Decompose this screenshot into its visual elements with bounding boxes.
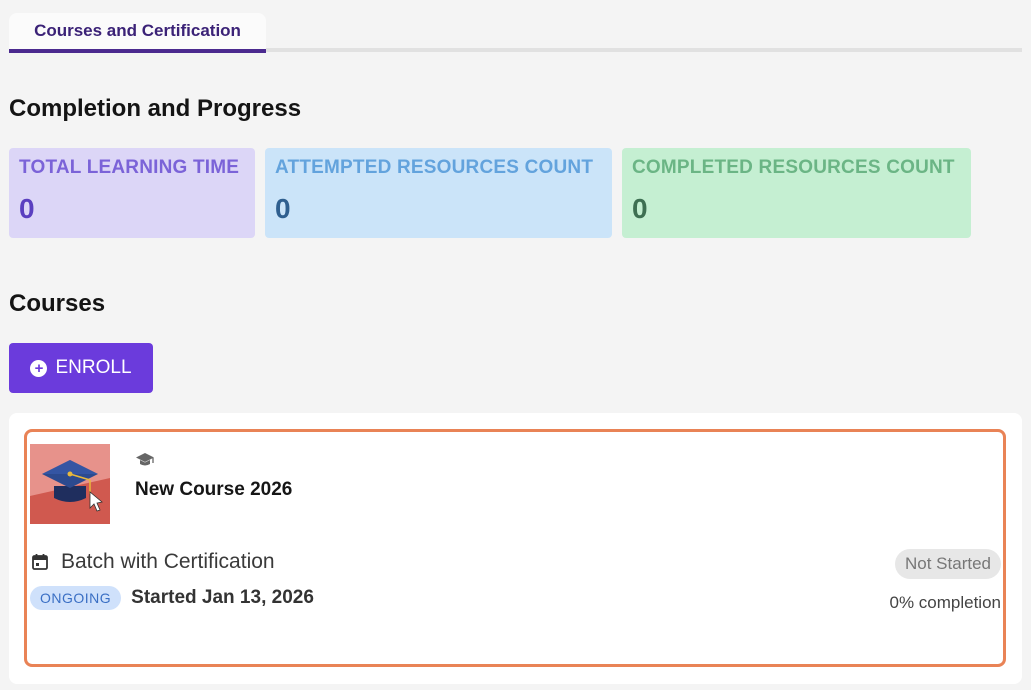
batch-status-row: ONGOING Started Jan 13, 2026 [30, 586, 314, 610]
plus-circle-icon: + [30, 359, 48, 377]
course-title: New Course 2026 [135, 479, 293, 500]
calendar-icon [32, 554, 48, 570]
batch-row: Batch with Certification [31, 550, 275, 574]
batch-state-badge: ONGOING [30, 586, 122, 610]
tab-bar: Courses and Certification [9, 13, 1022, 53]
progress-section-title: Completion and Progress [9, 95, 302, 122]
enroll-button[interactable]: + ENROLL [9, 343, 153, 393]
learner-progress-page: Courses and Certification Completion and… [0, 0, 1031, 690]
courses-section-title: Courses [9, 290, 106, 317]
stat-completed-resources: COMPLETED RESOURCES COUNT 0 [622, 148, 971, 238]
course-card[interactable]: New Course 2026 Batch with Certification… [24, 429, 1006, 667]
stat-value: 0 [275, 193, 291, 224]
stat-value: 0 [19, 193, 35, 224]
graduation-cap-icon [136, 453, 154, 466]
stat-attempted-resources: ATTEMPTED RESOURCES COUNT 0 [265, 148, 612, 238]
graduation-cap-cursor-icon [30, 444, 110, 524]
course-status-badge: Not Started [895, 549, 1001, 579]
stat-label: COMPLETED RESOURCES COUNT [632, 157, 955, 178]
batch-name: Batch with Certification [61, 550, 275, 573]
stat-value: 0 [632, 193, 648, 224]
enroll-label: ENROLL [55, 357, 132, 378]
stat-label: ATTEMPTED RESOURCES COUNT [275, 157, 594, 178]
stat-label: TOTAL LEARNING TIME [19, 157, 240, 178]
completion-text: 0% completion [889, 593, 1001, 612]
tab-courses-and-certification[interactable]: Courses and Certification [9, 13, 266, 53]
stat-total-learning-time: TOTAL LEARNING TIME 0 [9, 148, 255, 238]
course-thumbnail [30, 444, 110, 524]
batch-start-date: Started Jan 13, 2026 [131, 587, 314, 608]
courses-panel: New Course 2026 Batch with Certification… [9, 413, 1022, 684]
